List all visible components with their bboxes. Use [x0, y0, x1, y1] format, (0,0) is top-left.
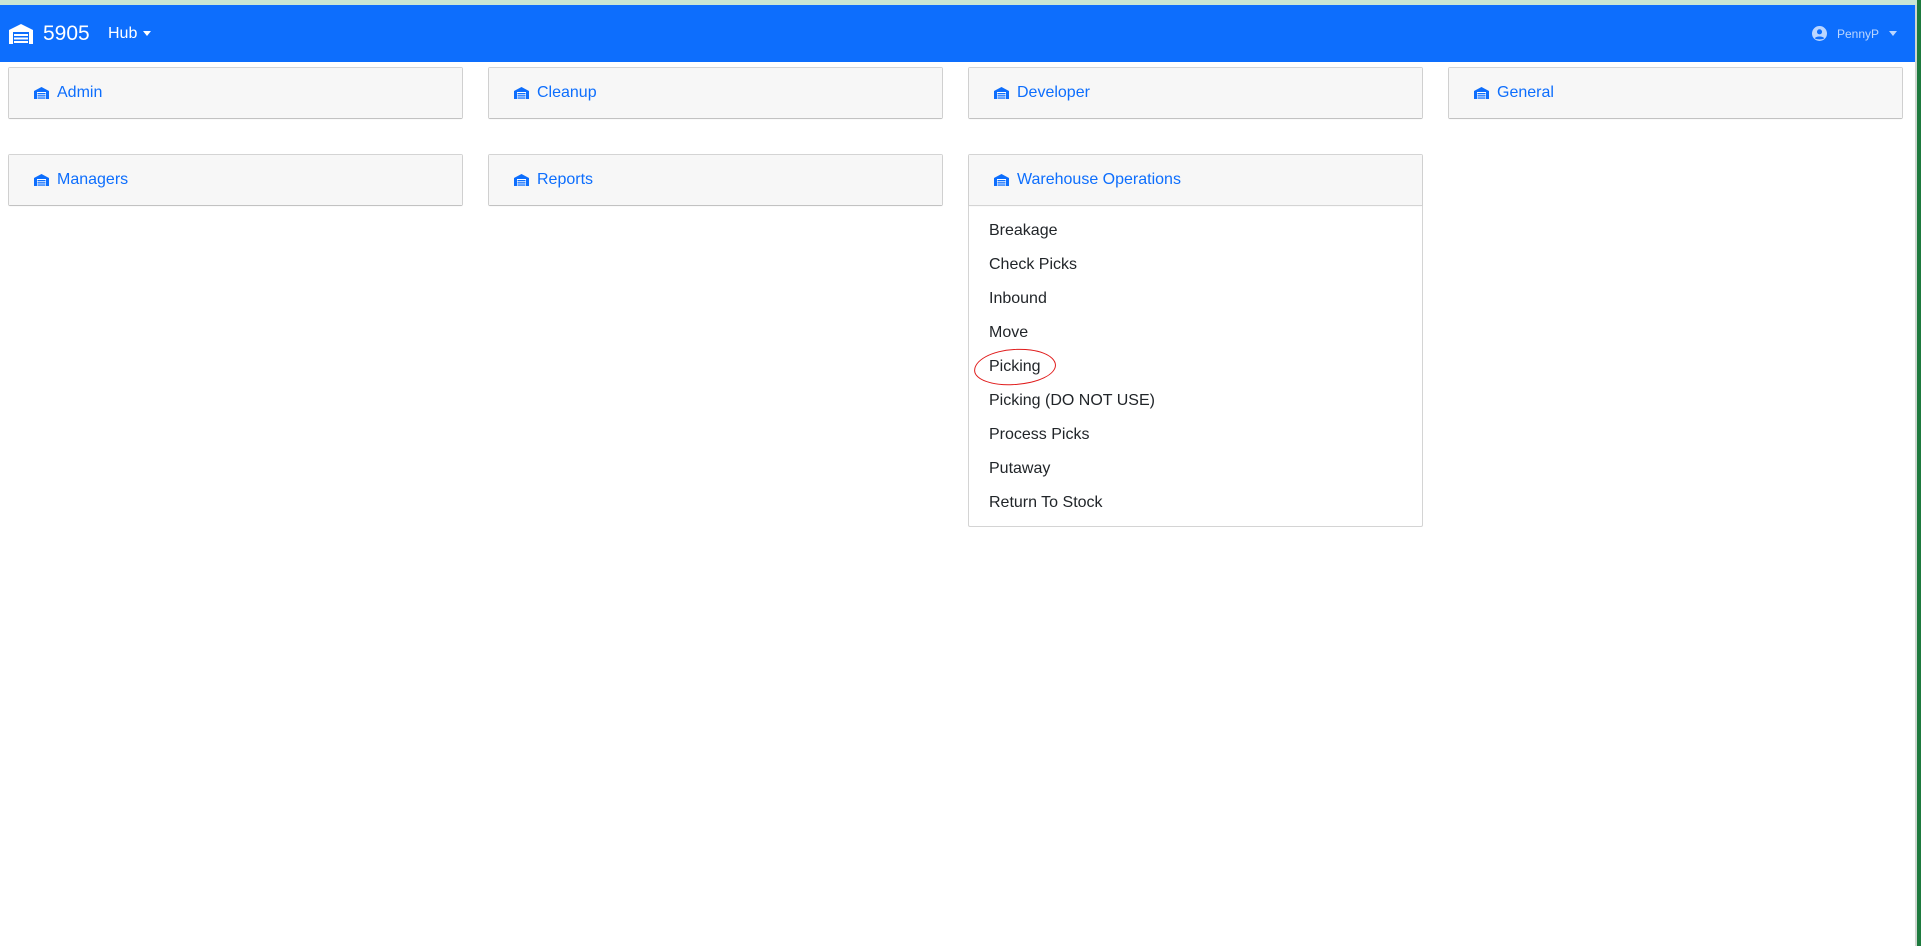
warehouse-icon	[34, 87, 49, 99]
card-cleanup: Cleanup	[488, 67, 943, 119]
warehouse-icon	[1474, 87, 1489, 99]
card-title: Admin	[57, 84, 103, 101]
card-header-developer[interactable]: Developer	[969, 68, 1422, 118]
card-title: General	[1497, 84, 1554, 101]
card-title: Reports	[537, 171, 594, 188]
caret-down-icon	[1889, 31, 1897, 36]
caret-down-icon	[143, 31, 152, 36]
menu-item-inbound[interactable]: Inbound	[969, 282, 1422, 316]
card-title: Cleanup	[537, 84, 597, 101]
card-admin: Admin	[8, 67, 463, 119]
user-menu[interactable]: PennyP	[1811, 5, 1897, 62]
brand[interactable]: 5905	[8, 5, 90, 62]
warehouse-icon	[514, 174, 529, 186]
card-title: Developer	[1017, 84, 1090, 101]
card-warehouse-operations: Warehouse Operations Breakage Check Pick…	[968, 154, 1423, 527]
card-header-reports[interactable]: Reports	[489, 155, 942, 205]
hub-label: Hub	[108, 24, 138, 42]
warehouse-icon	[34, 174, 49, 186]
menu-item-picking[interactable]: Picking	[969, 350, 1422, 384]
user-circle-icon	[1811, 26, 1837, 41]
warehouse-icon	[8, 23, 34, 45]
menu-item-putaway[interactable]: Putaway	[969, 452, 1422, 486]
window-right-edge	[1917, 0, 1921, 946]
menu-item-process-picks[interactable]: Process Picks	[969, 418, 1422, 452]
hub-dropdown[interactable]: Hub	[108, 5, 152, 62]
card-title: Managers	[57, 171, 129, 188]
top-navbar: 5905 Hub PennyP	[0, 5, 1915, 62]
menu-item-move[interactable]: Move	[969, 316, 1422, 350]
card-header-warehouse-operations[interactable]: Warehouse Operations	[969, 155, 1422, 205]
card-header-general[interactable]: General	[1449, 68, 1902, 118]
brand-number: 5905	[43, 21, 90, 45]
card-developer: Developer	[968, 67, 1423, 119]
menu-item-check-picks[interactable]: Check Picks	[969, 248, 1422, 282]
menu-item-breakage[interactable]: Breakage	[969, 214, 1422, 248]
card-header-managers[interactable]: Managers	[9, 155, 462, 205]
menu-item-picking-do-not-use[interactable]: Picking (DO NOT USE)	[969, 384, 1422, 418]
card-managers: Managers	[8, 154, 463, 206]
card-header-cleanup[interactable]: Cleanup	[489, 68, 942, 118]
warehouse-icon	[514, 87, 529, 99]
menu-item-return-to-stock[interactable]: Return To Stock	[969, 486, 1422, 520]
warehouse-icon	[994, 174, 1009, 186]
warehouse-icon	[994, 87, 1009, 99]
card-general: General	[1448, 67, 1903, 119]
card-title: Warehouse Operations	[1017, 171, 1181, 188]
card-reports: Reports	[488, 154, 943, 206]
user-name: PennyP	[1836, 26, 1879, 41]
warehouse-operations-menu: Breakage Check Picks Inbound Move Pickin…	[969, 205, 1422, 526]
card-header-admin[interactable]: Admin	[9, 68, 462, 118]
